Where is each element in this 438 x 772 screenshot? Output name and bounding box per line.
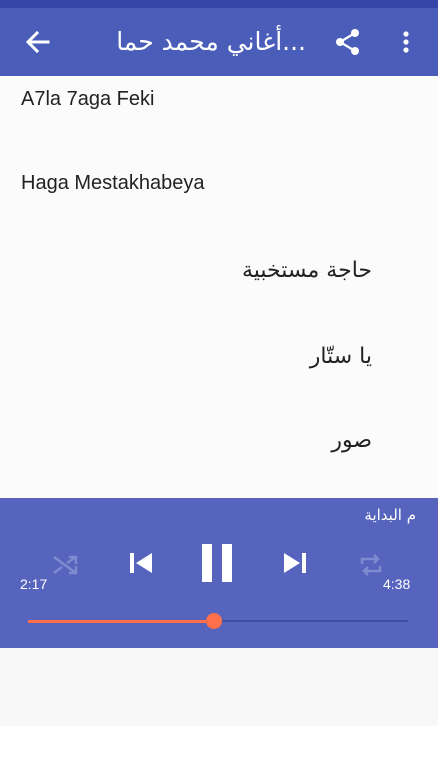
app-bar: أغاني محمد حما... [0,8,438,76]
song-title: يا ستّار [309,344,372,369]
list-item[interactable]: صور [0,416,438,500]
elapsed-time: 2:17 [20,576,48,592]
skip-next-icon[interactable] [280,548,310,582]
more-vert-icon[interactable] [390,24,422,60]
repeat-icon[interactable] [356,550,386,584]
list-item[interactable]: يا ستّار [0,332,438,416]
now-playing-title: م البداية [364,506,416,524]
song-title: صور [331,428,372,453]
bottom-area [0,648,438,726]
page-title: أغاني محمد حما... [116,27,306,56]
music-player: م البداية 2:17 4:38 [0,498,438,648]
list-item[interactable]: A7la 7aga Feki [0,76,438,160]
status-bar [0,0,438,8]
list-item[interactable]: Haga Mestakhabeya [0,160,438,244]
seek-bar[interactable] [28,613,408,629]
share-icon[interactable] [330,24,366,60]
arrow-back-icon[interactable] [20,24,56,60]
total-duration: 4:38 [383,576,411,592]
song-list: A7la 7aga Feki Haga Mestakhabeya حاجة مس… [0,76,438,498]
song-title: حاجة مستخبية [241,258,372,283]
seek-thumb[interactable] [206,613,223,629]
shuffle-icon[interactable] [50,550,80,584]
pause-icon[interactable] [196,542,238,588]
song-title: Haga Mestakhabeya [21,172,205,194]
list-item[interactable]: حاجة مستخبية [0,246,438,330]
seek-progress [28,620,215,623]
song-title: A7la 7aga Feki [21,88,155,110]
skip-previous-icon[interactable] [126,548,156,582]
